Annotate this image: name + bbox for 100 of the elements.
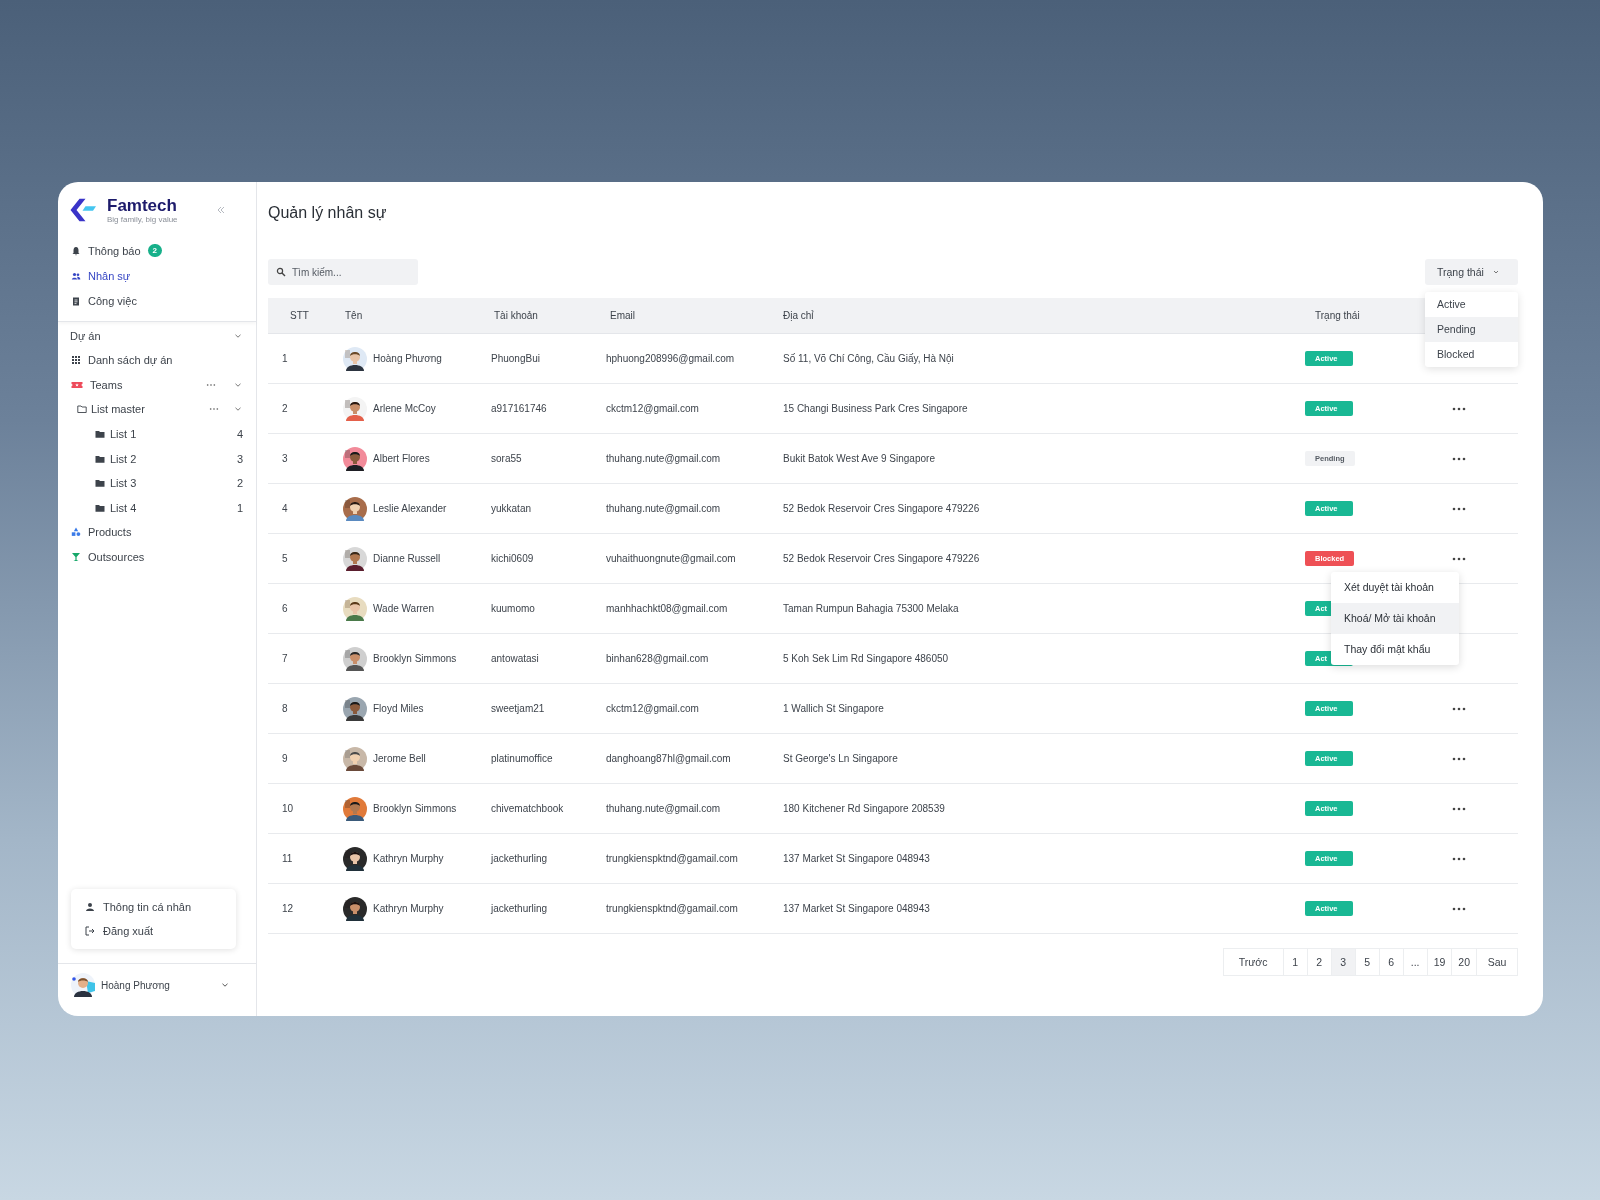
menu-item[interactable]: Xét duyệt tài khoản (1331, 572, 1459, 603)
more-icon[interactable] (1452, 506, 1466, 511)
table-cell-text: 2 (281, 403, 289, 414)
table-cell-text: binhan628@gmail.com (605, 653, 710, 664)
tree-item[interactable]: Danh sách dự án (58, 348, 256, 373)
brand-tagline: Big family, big value (107, 214, 178, 225)
tree-item[interactable]: List 1 4 (58, 421, 256, 447)
table-cell: Hoàng Phương (373, 353, 442, 364)
table-cell-text: 11 (281, 853, 294, 864)
tree-item[interactable]: Outsources (58, 544, 256, 570)
table-cell-text: ckctm12@gmail.com (605, 403, 700, 414)
more-icon[interactable] (1452, 856, 1466, 861)
section-header[interactable]: Dự án (58, 324, 256, 348)
table-cell-text: 3 (281, 453, 289, 464)
tree-item[interactable]: List 4 1 (58, 495, 256, 521)
table-cell: Floyd Miles (373, 703, 424, 714)
table-cell: Wade Warren (373, 603, 434, 614)
dropdown-option[interactable]: Blocked (1425, 342, 1518, 367)
table-cell: Kathryn Murphy (373, 903, 444, 914)
tree-item[interactable]: List 3 2 (58, 470, 256, 496)
tree-item[interactable]: List 2 3 (58, 446, 256, 471)
table-cell-text: ckctm12@gmail.com (605, 703, 700, 714)
nav-item[interactable]: Thông báo 2 (58, 238, 256, 263)
table-cell-text: 7 (281, 653, 289, 664)
table-cell-text: sweetjam21 (490, 703, 546, 714)
search-field[interactable]: Tìm kiếm... (268, 259, 418, 285)
table-cell-text: platinumoffice (490, 753, 554, 764)
menu-item[interactable]: Thông tin cá nhân (71, 895, 236, 919)
folder-icon (95, 453, 105, 464)
item-count: 1 (236, 501, 243, 514)
more-icon[interactable] (1452, 406, 1466, 411)
table-cell-text: St George's Ln Singapore (782, 753, 899, 764)
table-cell: Dianne Russell (373, 553, 441, 564)
nav-item[interactable]: Nhân sự (58, 263, 256, 288)
table-cell-text: chivematchbook (490, 803, 565, 814)
people-icon (71, 270, 81, 281)
person-icon (85, 902, 95, 912)
more-icon[interactable] (1452, 906, 1466, 911)
item-count: 2 (236, 477, 243, 490)
folder-icon (95, 502, 105, 513)
table-cell-text: thuhang.nute@gmail.com (605, 803, 722, 814)
table-cell-text: jackethurling (489, 853, 549, 864)
column-header: Email (609, 310, 636, 321)
tree-item[interactable]: Teams (58, 372, 256, 398)
search-icon (276, 267, 286, 277)
folder-icon (77, 404, 87, 415)
table-cell-text: a917161746 (490, 403, 548, 414)
page-button[interactable]: 3 (1331, 949, 1356, 975)
column-header: Tên (344, 310, 364, 321)
table-cell-text: 52 Bedok Reservoir Cres Singapore 479226 (782, 553, 981, 564)
table-cell-text: 9 (281, 753, 289, 764)
column-header: STT (289, 310, 310, 321)
shapes-icon (71, 527, 81, 538)
table-cell-text: Taman Rumpun Bahagia 75300 Melaka (782, 603, 960, 614)
table-cell: Brooklyn Simmons (373, 803, 457, 814)
menu-item[interactable]: Đăng xuất (71, 919, 236, 943)
dropdown-option[interactable]: Pending (1425, 317, 1518, 342)
table-cell-text: trungkienspktnd@gamail.com (605, 903, 739, 914)
count-badge: 2 (147, 244, 163, 257)
table-cell-text: 137 Market St Singapore 048943 (782, 853, 931, 864)
dropdown-option[interactable]: Active (1425, 292, 1518, 317)
more-icon[interactable] (1452, 456, 1466, 461)
table-cell-text: 8 (281, 703, 289, 714)
more-icon[interactable] (1452, 756, 1466, 761)
table-cell-text: manhhachkt08@gmail.com (605, 603, 729, 614)
table-cell-text: 1 Wallich St Singapore (782, 703, 885, 714)
table-cell-text: antowatasi (490, 653, 540, 664)
item-count: 4 (236, 428, 243, 441)
table-cell-text: 5 (281, 553, 289, 564)
tree-item[interactable]: List master (58, 397, 256, 422)
ticket-icon (71, 379, 83, 390)
folder-icon (95, 478, 105, 489)
table-cell-text: Số 11, Võ Chí Công, Cầu Giấy, Hà Nội (782, 353, 955, 364)
bell-icon (71, 245, 81, 256)
more-icon[interactable] (1452, 806, 1466, 811)
table-cell-text: Bukit Batok West Ave 9 Singapore (782, 453, 936, 464)
table-cell-text: 52 Bedok Reservoir Cres Singapore 479226 (782, 503, 981, 514)
table-cell-text: danghoang87hl@gmail.com (605, 753, 732, 764)
table-cell: Jerome Bell (373, 753, 426, 764)
table-cell-text: sora55 (490, 453, 523, 464)
table-cell: Arlene McCoy (373, 403, 436, 414)
user-menu[interactable]: Hoàng Phương (58, 963, 256, 1016)
table-cell: Leslie Alexander (373, 503, 447, 514)
table-cell-text: PhuongBui (490, 353, 541, 364)
more-icon[interactable] (1452, 706, 1466, 711)
table-cell-text: 1 (281, 353, 289, 364)
brand-name: Famtech (107, 195, 178, 215)
column-header: Địa chỉ (782, 310, 815, 321)
more-icon[interactable] (1452, 556, 1466, 561)
table-cell-text: 4 (281, 503, 289, 514)
column-header: Tài khoản (493, 310, 539, 321)
logout-icon (85, 926, 95, 936)
tree-item[interactable]: Products (58, 520, 256, 545)
status-filter-dropdown[interactable]: Trạng thái (1425, 259, 1518, 285)
table-cell-text: yukkatan (490, 503, 533, 514)
table-cell-text: 10 (281, 803, 295, 814)
column-header: Trạng thái (1314, 310, 1361, 321)
nav-item[interactable]: Công việc (58, 288, 256, 313)
menu-item[interactable]: Khoá/ Mở tài khoản (1331, 603, 1459, 634)
table-cell-text: jackethurling (489, 903, 549, 914)
